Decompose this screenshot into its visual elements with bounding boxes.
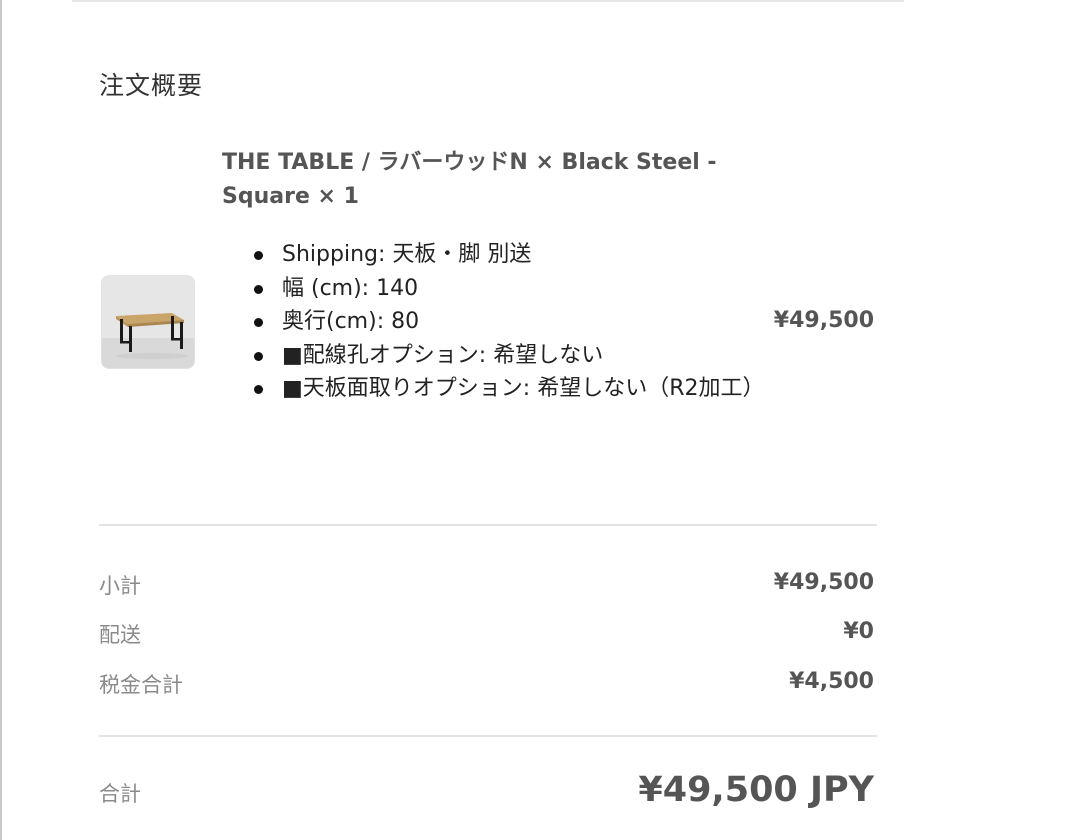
divider	[99, 524, 877, 526]
total-value: ¥49,500 JPY	[638, 770, 874, 810]
tax-total-label: 税金合計	[99, 673, 183, 697]
bullet-icon	[254, 351, 263, 361]
product-thumbnail	[101, 275, 195, 369]
subtotal-label: 小計	[99, 574, 141, 598]
shipping-value: ¥0	[843, 619, 874, 644]
option-text: ■配線孔オプション: 希望しない	[282, 342, 604, 368]
shipping-label: 配送	[99, 623, 141, 647]
order-summary-title: 注文概要	[99, 71, 204, 100]
line-item-price: ¥49,500	[773, 308, 874, 333]
tax-total-value: ¥4,500	[789, 669, 874, 694]
bullet-icon	[254, 251, 263, 260]
product-options-list: Shipping: 天板・脚 別送 幅 (cm): 140 奥行(cm): 80…	[254, 238, 764, 406]
window-left-edge	[0, 0, 2, 840]
subtotal-value: ¥49,500	[773, 570, 874, 595]
table-icon	[102, 276, 194, 368]
option-item: 奥行(cm): 80	[254, 305, 754, 339]
total-label: 合計	[99, 782, 141, 806]
bullet-icon	[254, 385, 263, 395]
bullet-icon	[254, 318, 263, 328]
top-divider	[72, 0, 904, 2]
product-name: THE TABLE / ラバーウッドN × Black Steel - Squa…	[222, 150, 717, 209]
option-text: Shipping: 天板・脚 別送	[282, 242, 532, 267]
bullet-icon	[254, 284, 263, 294]
option-item: 幅 (cm): 140	[254, 272, 754, 306]
option-item: Shipping: 天板・脚 別送	[254, 238, 754, 272]
option-item: ■配線孔オプション: 希望しない	[254, 339, 754, 373]
option-text: 幅 (cm): 140	[282, 275, 419, 301]
divider	[99, 735, 877, 737]
option-item: ■天板面取りオプション: 希望しない（R2加工）	[254, 372, 764, 406]
option-text: 奥行(cm): 80	[282, 309, 420, 335]
option-text: ■天板面取りオプション: 希望しない（R2加工）	[282, 376, 765, 402]
